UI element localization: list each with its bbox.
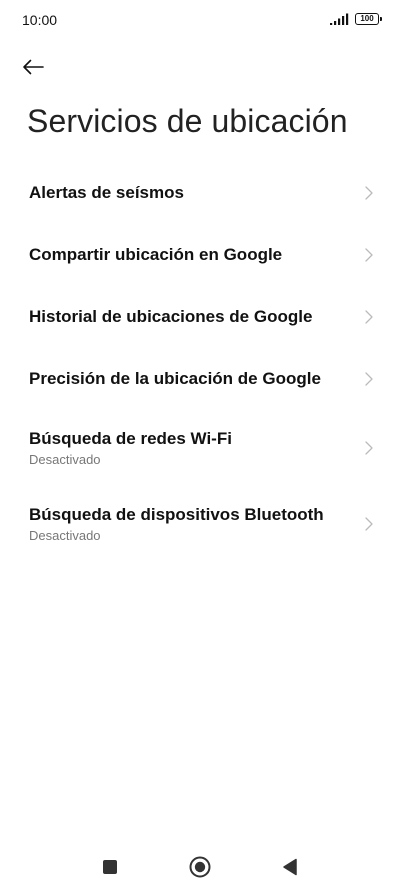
circle-icon xyxy=(189,856,211,878)
chevron-right-icon xyxy=(365,248,373,262)
arrow-left-icon xyxy=(23,59,44,75)
chevron-right-icon xyxy=(365,372,373,386)
triangle-back-icon xyxy=(283,858,297,876)
item-status: Desactivado xyxy=(29,528,101,543)
settings-item-google-location-accuracy[interactable]: Precisión de la ubicación de Google xyxy=(0,348,401,410)
recents-button[interactable] xyxy=(97,854,123,880)
settings-item-bluetooth-scanning[interactable]: Búsqueda de dispositivos Bluetooth Desac… xyxy=(0,486,401,562)
status-icons: 100 xyxy=(329,13,382,25)
navigation-bar xyxy=(0,848,401,884)
item-label: Historial de ubicaciones de Google xyxy=(29,307,313,326)
item-status: Desactivado xyxy=(29,452,101,467)
battery-icon: 100 xyxy=(355,13,382,25)
chevron-right-icon xyxy=(365,517,373,531)
item-label: Compartir ubicación en Google xyxy=(29,245,283,264)
back-button[interactable] xyxy=(22,50,62,84)
settings-item-google-location-history[interactable]: Historial de ubicaciones de Google xyxy=(0,286,401,348)
battery-level: 100 xyxy=(360,14,374,23)
chevron-right-icon xyxy=(365,186,373,200)
item-label: Búsqueda de redes Wi-Fi xyxy=(29,429,232,448)
status-bar: 10:00 100 xyxy=(0,0,401,40)
settings-list: Alertas de seísmos Compartir ubicación e… xyxy=(0,162,401,562)
home-button[interactable] xyxy=(187,854,213,880)
settings-item-wifi-scanning[interactable]: Búsqueda de redes Wi-Fi Desactivado xyxy=(0,410,401,486)
settings-item-google-location-sharing[interactable]: Compartir ubicación en Google xyxy=(0,224,401,286)
settings-item-earthquake-alerts[interactable]: Alertas de seísmos xyxy=(0,162,401,224)
item-label: Alertas de seísmos xyxy=(29,183,184,202)
status-time: 10:00 xyxy=(22,12,58,28)
signal-icon xyxy=(330,13,349,25)
item-label: Búsqueda de dispositivos Bluetooth xyxy=(29,505,324,524)
nav-back-button[interactable] xyxy=(277,854,303,880)
page-title: Servicios de ubicación xyxy=(27,103,348,139)
item-label: Precisión de la ubicación de Google xyxy=(29,369,321,388)
chevron-right-icon xyxy=(365,441,373,455)
chevron-right-icon xyxy=(365,310,373,324)
square-icon xyxy=(103,860,117,874)
